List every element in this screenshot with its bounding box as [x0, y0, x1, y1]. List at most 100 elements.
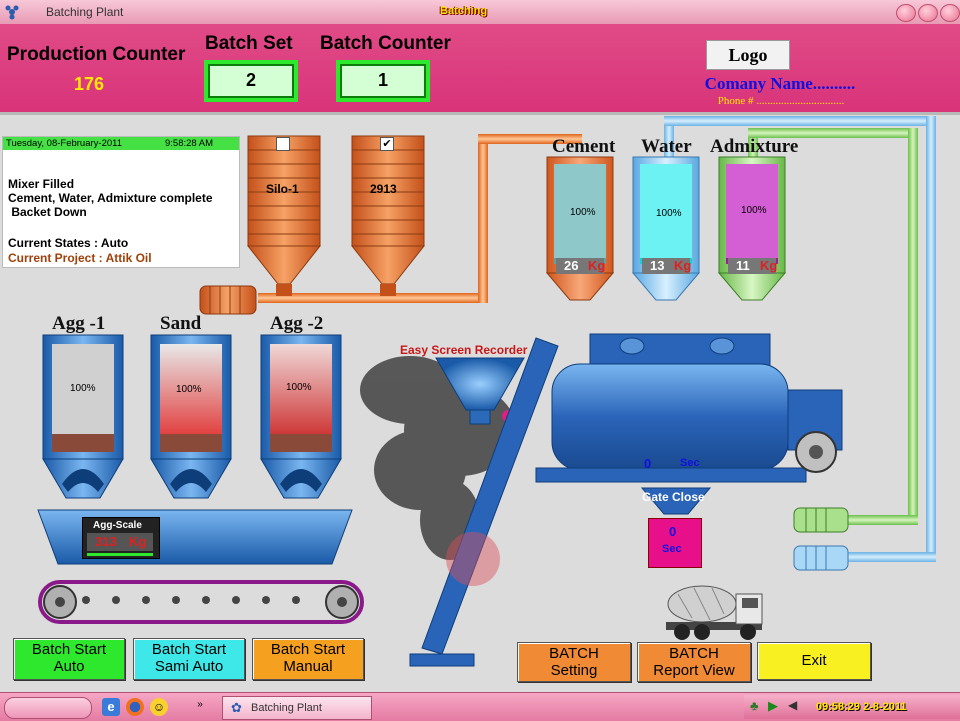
mixer-timer-value: 0 [644, 456, 652, 471]
minimize-button[interactable] [896, 4, 916, 22]
admixture-pump [793, 507, 849, 533]
cement-tank-label: Cement [552, 136, 616, 157]
batch-setting-button[interactable]: BATCH Setting [517, 642, 631, 682]
admixture-pipe-right [908, 128, 918, 524]
water-tank [632, 156, 700, 301]
water-pump [793, 545, 849, 571]
admixture-pipe-bottom [848, 515, 918, 525]
admixture-tank [718, 156, 786, 301]
silo-2-checkbox[interactable]: ✔ [380, 137, 394, 151]
status-line: Backet Down [8, 205, 87, 219]
logo: Logo [706, 40, 790, 70]
gate-status-label: Gate Close [642, 490, 705, 504]
exit-button[interactable]: Exit [757, 642, 871, 680]
gate-timer-box: 0 Sec [648, 518, 702, 568]
agg2-bin-label: Agg -2 [270, 313, 324, 334]
water-readout: 13 Kg [642, 258, 692, 274]
silo-2-label: 2913 [370, 182, 397, 196]
cement-pipe-up [478, 136, 488, 303]
app-icon [4, 4, 20, 20]
current-states: Current States : Auto [8, 236, 129, 250]
system-tray: ♣ ▶ ◀ 09:58:29 2-8-2011 [744, 695, 960, 719]
admixture-unit: Kg [760, 258, 778, 273]
firefox-icon[interactable] [126, 698, 144, 716]
production-counter-label: Production Counter [7, 44, 186, 65]
maximize-button[interactable] [918, 4, 938, 22]
admixture-value: 11 [736, 258, 750, 273]
admixture-level-percent: 100% [741, 205, 767, 216]
status-line: Cement, Water, Admixture complete [8, 191, 213, 205]
sand-bin-label: Sand [160, 313, 202, 334]
water-tank-label: Water [641, 136, 692, 157]
admixture-readout: 11 Kg [728, 258, 778, 274]
screw-motor [199, 285, 257, 315]
company-name: Comany Name.......... [704, 74, 856, 93]
water-pipe-top [664, 116, 936, 126]
batch-start-manual-button[interactable]: Batch Start Manual [252, 638, 364, 680]
cement-unit: Kg [588, 258, 606, 273]
agg-scale-value: 313 [95, 534, 117, 549]
network-icon[interactable]: ♣ [750, 698, 759, 713]
status-time: 9:58:28 AM [165, 138, 214, 149]
status-date-bar: Tuesday, 08-February-2011 9:58:28 AM [3, 137, 239, 150]
cement-tank [546, 156, 614, 301]
phone-number: Phone # ................................ [717, 95, 845, 107]
agg1-bin [42, 334, 124, 499]
agg-scale-label: Agg-Scale [93, 520, 142, 531]
taskbar-item-batching-plant[interactable]: ✿ Batching Plant [222, 696, 372, 720]
ie-icon[interactable]: e [102, 698, 120, 716]
clock: 09:58:29 2-8-2011 [816, 701, 907, 713]
close-button[interactable] [940, 4, 960, 22]
silo-1-checkbox[interactable] [276, 137, 290, 151]
agg1-level-percent: 100% [70, 383, 96, 394]
batch-start-semi-auto-button[interactable]: Batch Start Sami Auto [133, 638, 245, 680]
gate-timer-unit: Sec [662, 543, 682, 555]
agg2-bin [260, 334, 342, 499]
volume-icon[interactable]: ◀ [788, 698, 797, 712]
mouse-cursor-highlight [446, 532, 500, 586]
belt-conveyor [38, 580, 364, 624]
water-level-percent: 100% [656, 208, 682, 219]
taskbar: e ☺ » ✿ Batching Plant ♣ ▶ ◀ 09:58:29 2-… [0, 692, 960, 721]
water-pipe-right [926, 116, 936, 560]
batch-counter-label: Batch Counter [320, 33, 451, 54]
status-panel: Tuesday, 08-February-2011 9:58:28 AM Mix… [2, 136, 240, 268]
silo-1 [246, 135, 322, 296]
messenger-icon[interactable]: ☺ [150, 698, 168, 716]
agg1-bin-label: Agg -1 [52, 313, 106, 334]
status-date: Tuesday, 08-February-2011 [6, 138, 122, 149]
batch-counter-field: 1 [336, 60, 430, 102]
start-button[interactable] [4, 697, 92, 719]
mixer-truck [666, 585, 763, 640]
status-line: Mixer Filled [8, 177, 75, 191]
cement-value: 26 [564, 258, 579, 273]
batch-start-auto-button[interactable]: Batch Start Auto [13, 638, 125, 680]
cement-level-percent: 100% [570, 207, 596, 218]
agg2-level-percent: 100% [286, 382, 312, 393]
gate-timer-value: 0 [669, 524, 677, 539]
taskbar-app-icon: ✿ [231, 700, 242, 715]
water-unit: Kg [674, 258, 692, 273]
water-pipe-bottom [848, 552, 936, 562]
batch-set-label: Batch Set [205, 33, 293, 54]
silo-1-label: Silo-1 [266, 182, 299, 196]
window-title-bar: Batching Plant Batching [0, 0, 960, 25]
admixture-tank-label: Admixture [710, 136, 799, 157]
production-counter-value: 176 [74, 74, 105, 94]
sand-bin [150, 334, 232, 499]
play-icon[interactable]: ▶ [768, 698, 778, 714]
agg-scale-display: Agg-Scale 313 Kg [82, 517, 160, 559]
sand-level-percent: 100% [176, 384, 202, 395]
batch-set-field[interactable]: 2 [204, 60, 298, 102]
silo-2 [350, 135, 426, 296]
agg-scale-unit: Kg [129, 534, 147, 549]
mixer-timer-unit: Sec [680, 457, 700, 469]
window-title: Batching Plant [46, 5, 124, 19]
window-center-title: Batching [440, 5, 488, 17]
cement-readout: 26 Kg [556, 258, 606, 274]
quicklaunch-more-icon[interactable]: » [194, 699, 206, 715]
batch-report-view-button[interactable]: BATCH Report View [637, 642, 751, 682]
water-value: 13 [650, 258, 665, 273]
taskbar-item-label: Batching Plant [251, 702, 322, 714]
status-messages: Mixer Filled Cement, Water, Admixture co… [8, 177, 213, 219]
